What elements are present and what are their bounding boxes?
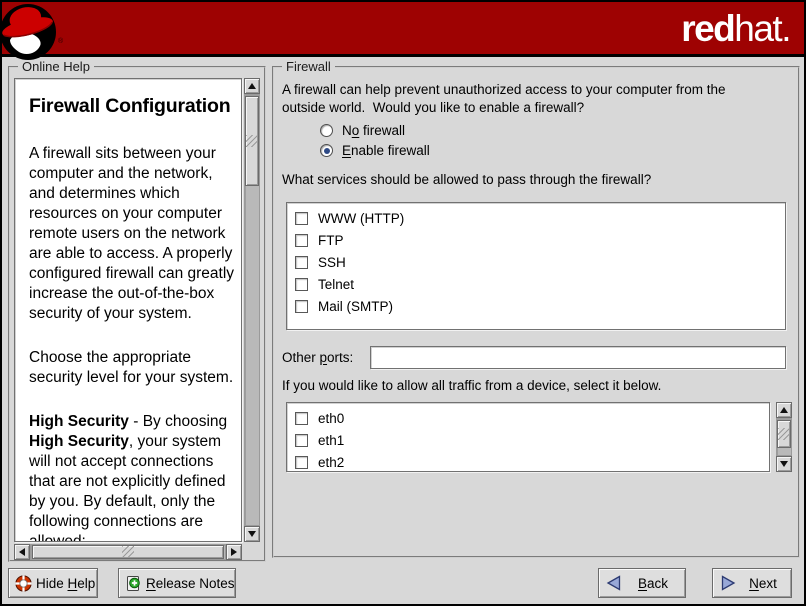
services-question: What services should be allowed to pass … (282, 172, 651, 187)
online-help-panel: Online Help Firewall Configuration A fir… (8, 66, 266, 562)
arrow-left-icon (605, 575, 623, 591)
help-bold-term: High Security (29, 433, 129, 450)
radio-button-icon[interactable] (320, 124, 333, 137)
services-listbox[interactable]: WWW (HTTP) FTP SSH Telnet Mail (SMTP) (286, 202, 786, 330)
document-plus-icon (125, 575, 142, 592)
service-label: WWW (HTTP) (318, 211, 404, 226)
device-row-eth0[interactable]: eth0 (287, 407, 769, 429)
scrollbar-thumb[interactable] (777, 420, 791, 448)
device-label: eth0 (318, 411, 344, 426)
help-vertical-scrollbar[interactable] (244, 78, 260, 542)
service-row-telnet[interactable]: Telnet (287, 273, 785, 295)
arrow-down-icon (780, 461, 788, 467)
help-bold-term: High Security (29, 413, 129, 430)
next-button[interactable]: Next (712, 568, 792, 598)
checkbox-icon[interactable] (295, 278, 308, 291)
hide-help-button[interactable]: Hide Help (8, 568, 98, 598)
scroll-down-button[interactable] (776, 456, 792, 472)
scrollbar-track[interactable] (30, 544, 226, 560)
scrollbar-thumb[interactable] (32, 545, 224, 559)
scroll-up-button[interactable] (244, 78, 260, 94)
back-button[interactable]: Back (598, 568, 686, 598)
devices-listbox[interactable]: eth0 eth1 eth2 (286, 402, 770, 472)
installer-window: ® redhat. Online Help Firewall Configura… (0, 0, 806, 606)
service-label: Mail (SMTP) (318, 299, 393, 314)
radio-enable-firewall[interactable]: Enable firewall (320, 143, 430, 158)
firewall-frame-label: Firewall (282, 59, 335, 74)
checkbox-icon[interactable] (295, 234, 308, 247)
hide-help-label: Hide Help (36, 576, 95, 591)
scroll-down-button[interactable] (244, 526, 260, 542)
arrow-left-icon (19, 548, 25, 556)
checkbox-icon[interactable] (295, 456, 308, 469)
service-label: FTP (318, 233, 344, 248)
scrollbar-track[interactable] (244, 94, 260, 526)
online-help-frame-label: Online Help (18, 59, 94, 74)
arrow-right-icon (719, 575, 737, 591)
scroll-right-button[interactable] (226, 544, 242, 560)
redhat-wordmark: redhat. (681, 9, 790, 49)
service-row-mail[interactable]: Mail (SMTP) (287, 295, 785, 317)
device-label: eth2 (318, 455, 344, 470)
scroll-left-button[interactable] (14, 544, 30, 560)
scroll-up-button[interactable] (776, 402, 792, 418)
radio-enable-firewall-label: Enable firewall (342, 143, 430, 158)
next-label: Next (741, 576, 785, 591)
wordmark-hat: hat. (734, 8, 790, 49)
checkbox-icon[interactable] (295, 300, 308, 313)
redhat-shadowman-logo-icon (1, 3, 59, 61)
firewall-intro-line1: A firewall can help prevent unauthorized… (282, 82, 725, 97)
radio-no-firewall[interactable]: No firewall (320, 123, 405, 138)
device-row-eth2[interactable]: eth2 (287, 451, 769, 472)
help-paragraph: A firewall sits between your computer an… (29, 144, 235, 324)
radio-no-firewall-label: No firewall (342, 123, 405, 138)
life-preserver-icon (15, 575, 32, 592)
service-row-ftp[interactable]: FTP (287, 229, 785, 251)
other-ports-input[interactable] (370, 346, 786, 369)
checkbox-icon[interactable] (295, 212, 308, 225)
help-content-viewport: Firewall Configuration A firewall sits b… (14, 78, 242, 542)
back-label: Back (627, 576, 679, 591)
release-notes-button[interactable]: Release Notes (118, 568, 236, 598)
checkbox-icon[interactable] (295, 256, 308, 269)
wordmark-red: red (681, 8, 734, 49)
arrow-right-icon (231, 548, 237, 556)
help-title: Firewall Configuration (29, 95, 235, 118)
release-notes-label: Release Notes (146, 576, 235, 591)
grip-icon (122, 546, 134, 558)
scrollbar-track[interactable] (776, 418, 792, 456)
logo-trademark: ® (58, 38, 63, 45)
grip-icon (246, 135, 258, 147)
firewall-panel: Firewall A firewall can help prevent una… (272, 66, 800, 558)
device-row-eth1[interactable]: eth1 (287, 429, 769, 451)
devices-hint: If you would like to allow all traffic f… (282, 378, 661, 393)
help-horizontal-scrollbar[interactable] (14, 544, 242, 560)
checkbox-icon[interactable] (295, 434, 308, 447)
grip-icon (778, 428, 790, 440)
devices-vertical-scrollbar[interactable] (776, 402, 792, 472)
arrow-down-icon (248, 531, 256, 537)
service-label: SSH (318, 255, 346, 270)
service-label: Telnet (318, 277, 354, 292)
radio-button-icon[interactable] (320, 144, 333, 157)
service-row-ssh[interactable]: SSH (287, 251, 785, 273)
firewall-intro-line2: outside world. Would you like to enable … (282, 100, 584, 115)
help-paragraph: Choose the appropriate security level fo… (29, 348, 235, 388)
service-row-www[interactable]: WWW (HTTP) (287, 207, 785, 229)
checkbox-icon[interactable] (295, 412, 308, 425)
arrow-up-icon (780, 407, 788, 413)
device-label: eth1 (318, 433, 344, 448)
help-paragraph: High Security - By choosing High Securit… (29, 412, 235, 542)
other-ports-label: Other ports: (282, 350, 353, 365)
scrollbar-thumb[interactable] (245, 96, 259, 186)
arrow-up-icon (248, 83, 256, 89)
